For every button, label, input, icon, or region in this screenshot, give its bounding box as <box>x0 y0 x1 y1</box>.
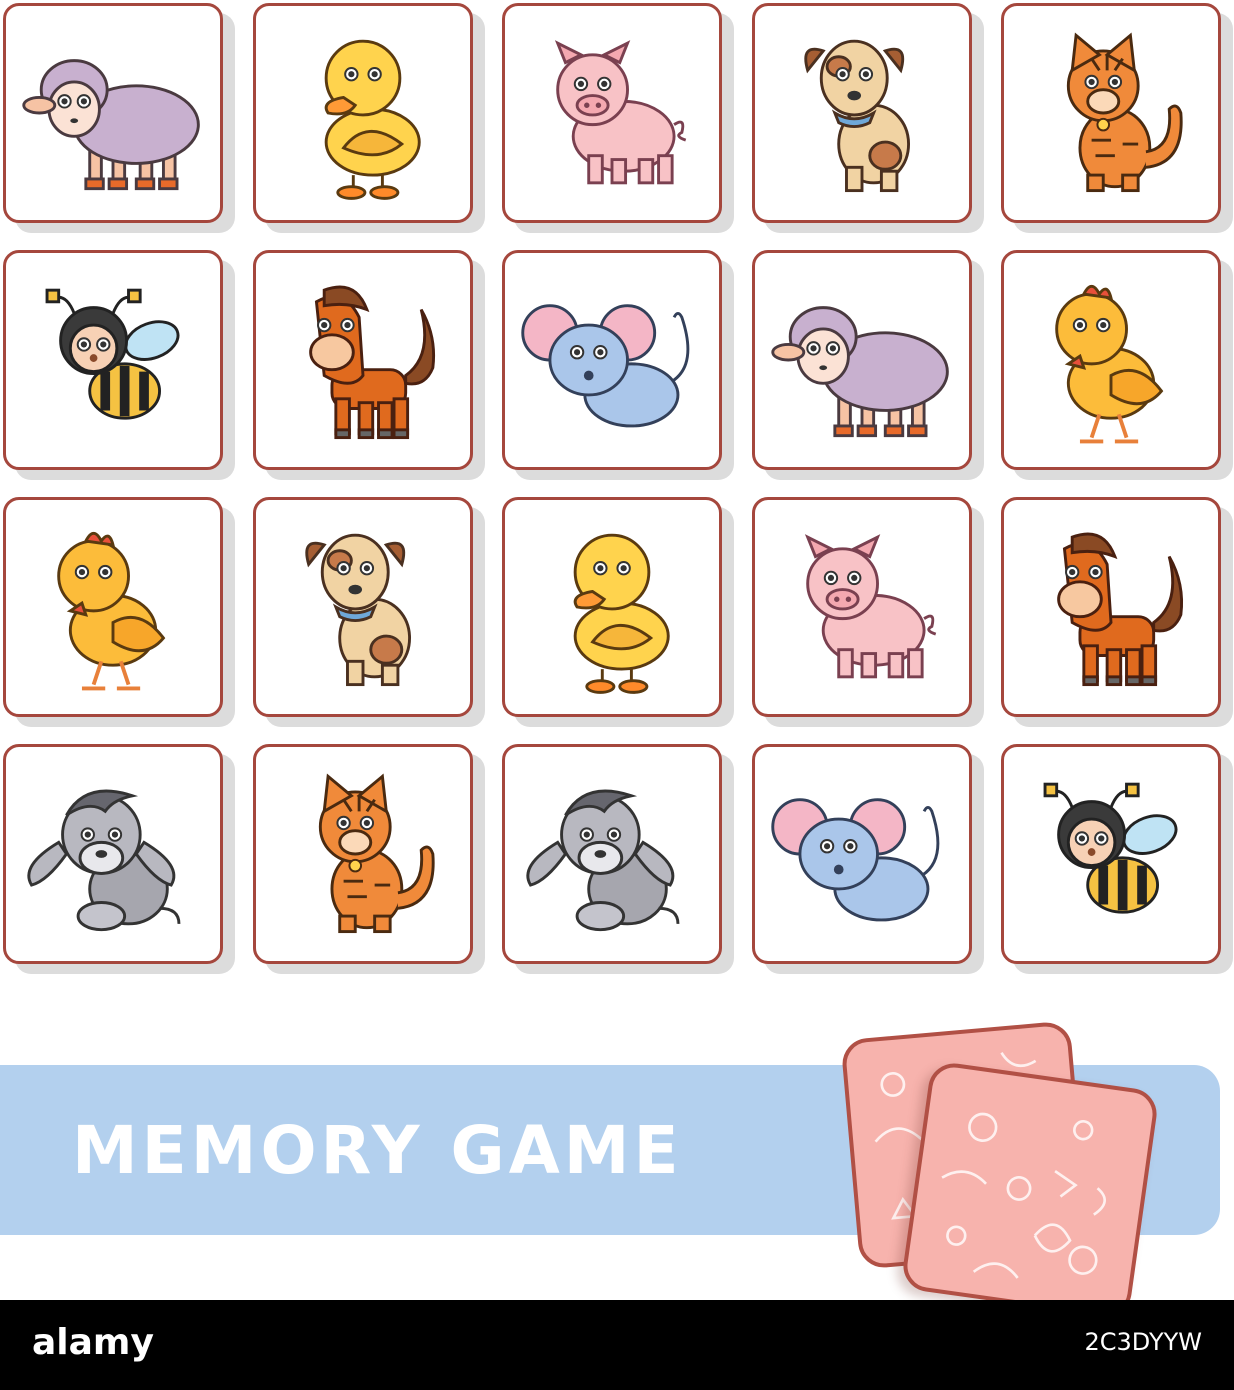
mouse-icon <box>770 798 939 922</box>
card-cat[interactable] <box>252 744 473 964</box>
floral-pattern-icon <box>941 1112 1106 1279</box>
game-title: MEMORY GAME <box>72 1112 683 1189</box>
card-horse[interactable] <box>252 250 473 470</box>
card-chick[interactable] <box>1001 250 1221 470</box>
card-duck[interactable] <box>502 497 722 717</box>
watermark-code: 2C3DYYW <box>1084 1328 1202 1356</box>
card-bee[interactable] <box>1001 744 1221 964</box>
card-donkey[interactable] <box>3 744 223 964</box>
pig-icon <box>554 40 687 185</box>
pig-icon <box>804 534 936 679</box>
chick-icon <box>57 531 166 691</box>
dog-icon <box>304 533 411 687</box>
card-dog[interactable] <box>751 3 972 223</box>
watermark-logo: alamy <box>32 1322 154 1363</box>
horse-icon <box>308 285 435 440</box>
card-sheep[interactable] <box>751 250 972 470</box>
bee-icon <box>1043 782 1178 914</box>
horse-icon <box>1057 532 1184 687</box>
cat-icon <box>318 773 435 934</box>
duck-icon <box>573 533 670 694</box>
watermark-bar <box>0 1300 1234 1390</box>
duck-icon <box>324 39 421 200</box>
sheep-icon <box>22 59 200 191</box>
bee-icon <box>45 288 180 420</box>
sheep-icon <box>770 306 949 438</box>
mouse-icon <box>521 304 690 428</box>
card-mouse[interactable] <box>502 250 722 470</box>
dog-icon <box>803 39 910 193</box>
donkey-icon <box>526 789 680 932</box>
card-bee[interactable] <box>3 250 223 470</box>
card-grid <box>0 0 1234 980</box>
cat-icon <box>1066 32 1183 193</box>
card-pig[interactable] <box>751 497 972 717</box>
card-chick[interactable] <box>3 497 223 717</box>
card-donkey[interactable] <box>502 744 722 964</box>
card-dog[interactable] <box>252 497 473 717</box>
card-duck[interactable] <box>252 3 473 223</box>
card-horse[interactable] <box>1001 497 1221 717</box>
chick-icon <box>1055 284 1164 444</box>
card-cat[interactable] <box>1001 3 1221 223</box>
card-sheep[interactable] <box>3 3 223 223</box>
card-pig[interactable] <box>502 3 722 223</box>
donkey-icon <box>27 789 181 932</box>
card-back[interactable] <box>900 1060 1160 1320</box>
card-mouse[interactable] <box>751 744 972 964</box>
